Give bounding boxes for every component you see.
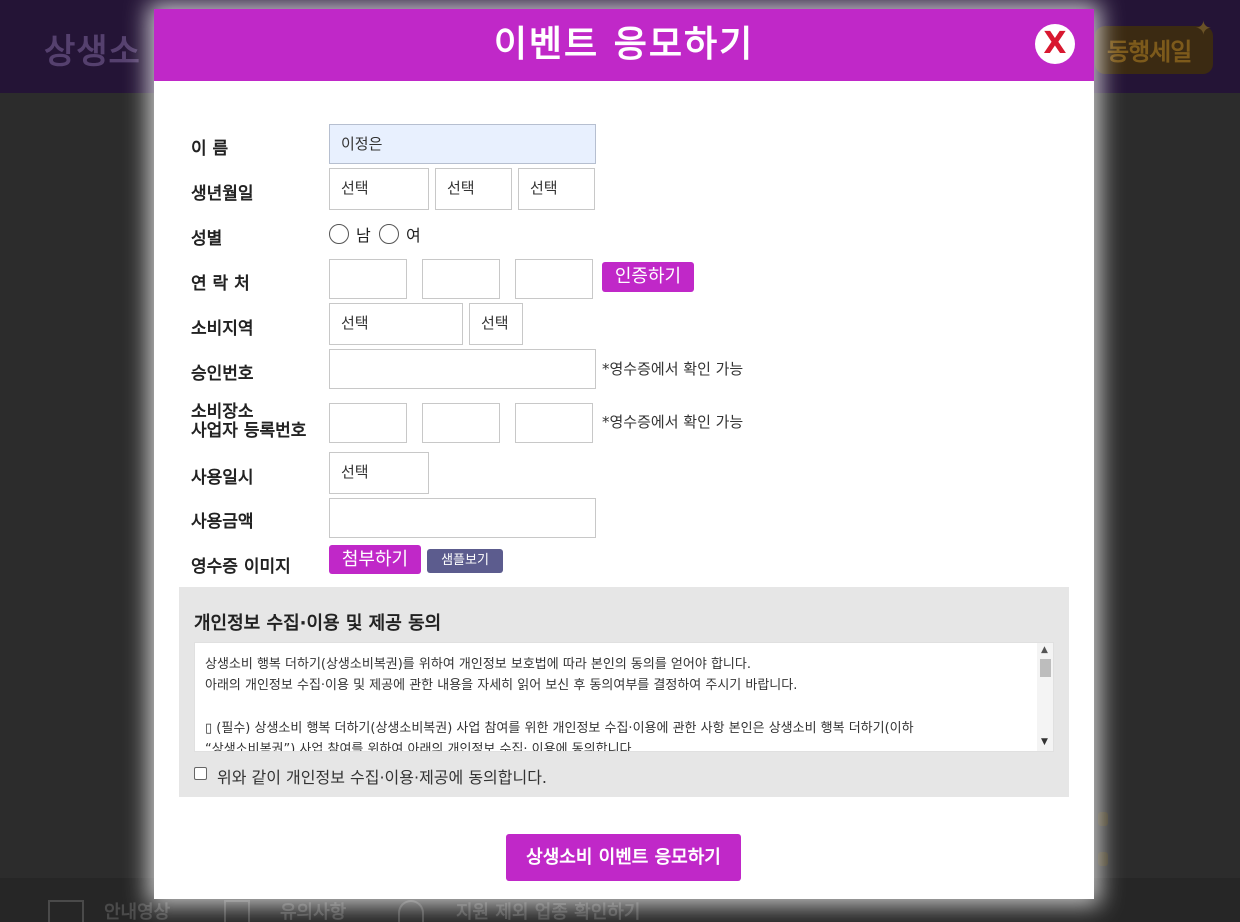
close-button[interactable]: X — [1035, 24, 1075, 64]
consent-scrollbar[interactable]: ▲ ▼ — [1037, 643, 1053, 751]
background-decoration — [1098, 852, 1108, 866]
consent-textarea[interactable]: 상생소비 행복 더하기(상생소비복권)를 위하여 개인정보 보호법에 따라 본인… — [194, 642, 1054, 752]
gender-female-radio[interactable] — [379, 224, 399, 244]
business-label-line-2: 사업자 등록번호 — [191, 421, 307, 441]
approval-input[interactable] — [329, 349, 596, 389]
business-number-input-2[interactable] — [422, 403, 500, 443]
scroll-thumb[interactable] — [1040, 659, 1051, 677]
business-label: 소비장소 사업자 등록번호 — [191, 403, 306, 441]
help-icon — [398, 900, 424, 922]
region-label: 소비지역 — [191, 319, 254, 339]
phone-input-3[interactable] — [515, 259, 593, 299]
amount-input[interactable] — [329, 498, 596, 538]
consent-line: ▯ (필수) 상생소비 행복 더하기(상생소비복권) 사업 참여를 위한 개인정… — [205, 721, 914, 736]
verify-button[interactable]: 인증하기 — [602, 262, 694, 292]
consent-checkbox[interactable] — [194, 767, 207, 780]
amount-label: 사용금액 — [191, 512, 254, 532]
modal-title: 이벤트 응모하기 — [493, 24, 755, 65]
name-input[interactable]: 이정은 — [329, 124, 596, 164]
background-badge: 동행세일 ✦ — [1095, 12, 1225, 80]
consent-line: “상생소비복권”) 사업 참여를 위하여 아래의 개인정보 수집· 이용에 동의… — [205, 742, 636, 752]
use-date-label: 사용일시 — [191, 468, 254, 488]
scroll-up-icon[interactable]: ▲ — [1041, 645, 1048, 655]
background-logo: 상생소 — [44, 32, 141, 72]
business-note: *영수증에서 확인 가능 — [602, 413, 744, 431]
attach-button[interactable]: 첨부하기 — [329, 545, 421, 574]
background-decoration — [1098, 812, 1108, 826]
submit-button[interactable]: 상생소비 이벤트 응모하기 — [506, 834, 741, 881]
birth-month-select[interactable]: 선택 — [435, 168, 512, 210]
birth-year-select[interactable]: 선택 — [329, 168, 429, 210]
gender-label: 성별 — [191, 229, 223, 249]
phone-input-1[interactable] — [329, 259, 407, 299]
document-icon — [224, 900, 250, 922]
background-badge-text: 동행세일 — [1107, 38, 1192, 66]
sparkle-icon: ✦ — [1195, 16, 1212, 40]
event-entry-modal: 이벤트 응모하기 X 이 름 이정은 생년월일 선택 선택 선택 성별 남 여 … — [154, 9, 1094, 899]
business-number-input-1[interactable] — [329, 403, 407, 443]
business-number-input-3[interactable] — [515, 403, 593, 443]
sample-button[interactable]: 샘플보기 — [427, 549, 503, 573]
phone-label: 연 락 처 — [191, 274, 250, 294]
receipt-label: 영수증 이미지 — [191, 557, 291, 577]
consent-line: 아래의 개인정보 수집·이용 및 제공에 관한 내용을 자세히 읽어 보신 후 … — [205, 678, 798, 693]
birth-day-select[interactable]: 선택 — [518, 168, 595, 210]
gender-male-label: 남 — [356, 226, 371, 245]
consent-checkbox-label: 위와 같이 개인정보 수집·이용·제공에 동의합니다. — [217, 768, 548, 787]
region-city-select[interactable]: 선택 — [329, 303, 463, 345]
scroll-down-icon[interactable]: ▼ — [1041, 737, 1048, 747]
video-icon — [48, 900, 84, 922]
gender-female-label: 여 — [406, 226, 421, 245]
consent-section: 개인정보 수집·이용 및 제공 동의 상생소비 행복 더하기(상생소비복권)를 … — [179, 587, 1069, 797]
footer-item-excluded[interactable]: 지원 제외 업종 확인하기 — [456, 898, 640, 922]
name-label: 이 름 — [191, 139, 229, 159]
gender-male-radio[interactable] — [329, 224, 349, 244]
use-date-select[interactable]: 선택 — [329, 452, 429, 494]
approval-label: 승인번호 — [191, 364, 254, 384]
region-district-select[interactable]: 선택 — [469, 303, 523, 345]
approval-note: *영수증에서 확인 가능 — [602, 360, 744, 378]
birth-label: 생년월일 — [191, 184, 254, 204]
footer-item-notice[interactable]: 유의사항 — [280, 898, 346, 922]
consent-title: 개인정보 수집·이용 및 제공 동의 — [194, 613, 442, 634]
business-label-line-1: 소비장소 — [191, 402, 254, 422]
footer-item-video[interactable]: 안내영상 — [104, 898, 170, 922]
phone-input-2[interactable] — [422, 259, 500, 299]
consent-line: 상생소비 행복 더하기(상생소비복권)를 위하여 개인정보 보호법에 따라 본인… — [205, 657, 751, 672]
